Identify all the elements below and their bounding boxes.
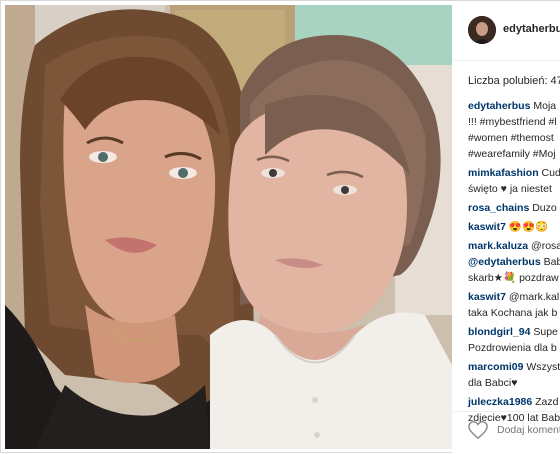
comment-line: kaswit7 😍😍😳 (468, 219, 560, 235)
comment-line: rosa_chains Duzo (468, 200, 560, 216)
comment-username[interactable]: @edytaherbus (468, 256, 541, 268)
comment-text: Wszyst (523, 361, 560, 373)
comment-line: mark.kaluza @rosa (468, 238, 560, 254)
comments-list: edytaherbus Moja !!! #mybestfriend #l #wom… (468, 98, 560, 429)
comment-item: edytaherbus Moja !!! #mybestfriend #l #wom… (468, 98, 560, 162)
comment-item: rosa_chains Duzo (468, 200, 560, 216)
comment-item: kaswit7 @mark.kal taka Kochana jak b (468, 289, 560, 321)
comment-text: @rosa (528, 240, 560, 252)
comment-line: #women #themost (468, 130, 560, 146)
comment-line: mimkafashion Cud (468, 165, 560, 181)
comment-line: kaswit7 @mark.kal (468, 289, 560, 305)
comment-text: Zazd (532, 396, 559, 408)
comment-username[interactable]: marcomi09 (468, 361, 523, 373)
comment-username[interactable]: mark.kaluza (468, 240, 528, 252)
comment-username[interactable]: kaswit7 (468, 291, 506, 303)
post-window: edytaherbus Liczba polubień: 47 edytaher… (0, 0, 560, 454)
comment-username[interactable]: mimkafashion (468, 167, 539, 179)
comment-text: @mark.kal (505, 291, 560, 303)
comment-text: skarb★💐 pozdraw (468, 272, 559, 284)
likes-count[interactable]: Liczba polubień: 47 (468, 75, 560, 87)
comment-username[interactable]: kaswit7 (468, 221, 506, 233)
comment-text: Cud (538, 167, 560, 179)
comment-line: !!! #mybestfriend #l (468, 114, 560, 130)
comment-line: @edytaherbus Bab (468, 254, 560, 270)
comment-item: mark.kaluza @rosa @edytaherbus Bab skarb★💐… (468, 238, 560, 286)
selfie-image (5, 5, 452, 449)
comment-line: Pozdrowienia dla b (468, 340, 560, 356)
comment-text: 😍😍😳 (505, 221, 549, 233)
comment-line: dla Babci♥ (468, 375, 560, 391)
comment-item: kaswit7 😍😍😳 (468, 219, 560, 235)
comment-line: edytaherbus Moja (468, 98, 560, 114)
comment-line: święto ♥ ja niestet (468, 181, 560, 197)
comment-item: marcomi09 Wszyst dla Babci♥ (468, 359, 560, 391)
comment-username[interactable]: rosa_chains (468, 202, 529, 214)
heart-icon[interactable] (467, 420, 489, 440)
comment-item: blondgirl_94 Supe Pozdrowienia dla b (468, 324, 560, 356)
comment-text: Moja (530, 100, 557, 112)
comment-line: juleczka1986 Zazd (468, 394, 560, 410)
comment-line: #wearefamily #Moj (468, 146, 560, 162)
comment-text: Supe (530, 326, 558, 338)
comment-text: święto ♥ ja niestet (468, 183, 552, 195)
comment-text: Pozdrowienia dla b (468, 342, 557, 354)
comment-text: #women #themost (468, 132, 554, 144)
comment-line: blondgirl_94 Supe (468, 324, 560, 340)
comment-line: skarb★💐 pozdraw (468, 270, 560, 286)
avatar[interactable] (468, 16, 496, 44)
comment-text: #wearefamily #Moj (468, 148, 556, 160)
comment-line: marcomi09 Wszyst (468, 359, 560, 375)
post-photo[interactable] (5, 5, 452, 449)
post-sidebar: edytaherbus Liczba polubień: 47 edytaher… (452, 1, 560, 454)
comment-username[interactable]: blondgirl_94 (468, 326, 530, 338)
comment-username[interactable]: edytaherbus (468, 100, 530, 112)
comment-username[interactable]: juleczka1986 (468, 396, 532, 408)
comment-line: taka Kochana jak b (468, 305, 560, 321)
comment-text: !!! #mybestfriend #l (468, 116, 557, 128)
post-header: edytaherbus (452, 1, 560, 61)
comment-input[interactable] (497, 424, 560, 436)
comment-text: dla Babci♥ (468, 377, 518, 389)
post-footer (452, 411, 560, 454)
comment-text: Bab (543, 256, 560, 268)
post-username[interactable]: edytaherbus (503, 23, 560, 35)
comment-item: mimkafashion Cud święto ♥ ja niestet (468, 165, 560, 197)
comment-text: Duzo (529, 202, 557, 214)
comment-text: taka Kochana jak b (468, 307, 558, 319)
avatar-image (468, 16, 496, 44)
